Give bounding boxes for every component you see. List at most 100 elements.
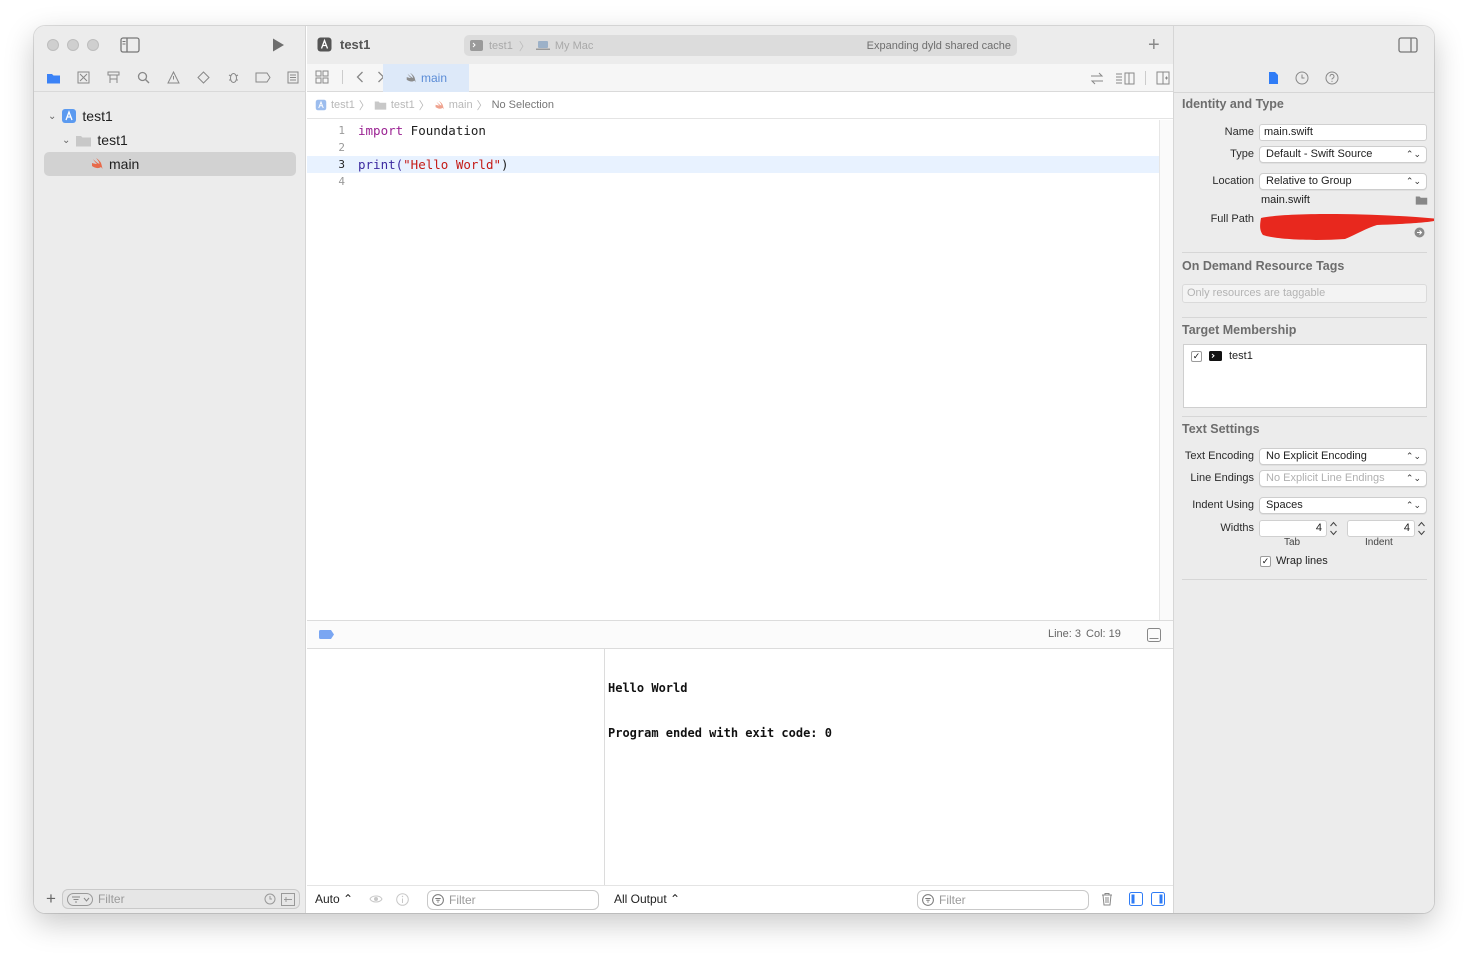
recent-files-icon[interactable]	[264, 893, 276, 905]
editor-area: test1 test1 〉 My Mac Expanding dyld shar…	[307, 26, 1173, 913]
sidebar-toggle-icon[interactable]	[120, 37, 140, 53]
add-editor-icon[interactable]	[1156, 71, 1170, 85]
swap-icon[interactable]	[1089, 72, 1105, 85]
tree-item-file[interactable]: main	[44, 152, 296, 176]
encoding-value: No Explicit Encoding	[1266, 450, 1367, 462]
eye-icon[interactable]	[369, 893, 383, 905]
indent-width-field[interactable]: 4	[1347, 520, 1415, 537]
line-number: 2	[338, 141, 345, 154]
tree-item-label: test1	[82, 108, 113, 124]
report-navigator-icon[interactable]	[284, 69, 302, 87]
test-navigator-icon[interactable]	[194, 69, 212, 87]
project-tree: ⌄ test1 ⌄ test1 main	[44, 104, 296, 176]
encoding-popup[interactable]: No Explicit Encoding ⌃⌄	[1259, 448, 1427, 465]
scheme-title: test1	[317, 37, 370, 52]
reveal-folder-icon[interactable]	[1415, 195, 1428, 205]
symbol-navigator-icon[interactable]	[104, 69, 122, 87]
navigator-filter-field[interactable]: Filter	[61, 889, 300, 909]
odr-tags-field[interactable]: Only resources are taggable	[1182, 284, 1427, 303]
show-variables-icon[interactable]	[1129, 892, 1143, 906]
project-navigator-icon[interactable]	[44, 69, 62, 87]
redaction-mark	[1257, 210, 1434, 242]
breadcrumb-project[interactable]: test1	[331, 99, 355, 111]
tab-width-field[interactable]: 4	[1259, 520, 1327, 537]
reveal-arrow-icon[interactable]	[1414, 227, 1425, 238]
find-navigator-icon[interactable]	[134, 69, 152, 87]
editor-scrollbar[interactable]	[1159, 120, 1173, 620]
chevron-down-icon[interactable]: ⌄	[62, 135, 70, 146]
chevron-right-icon: 〉	[418, 100, 430, 112]
variables-scope-popup[interactable]: Auto ⌃	[315, 892, 353, 906]
wrap-lines-checkbox[interactable]: ✓	[1260, 555, 1271, 567]
code-text: )	[501, 157, 509, 172]
target-row[interactable]: ✓ test1	[1191, 350, 1253, 362]
info-icon[interactable]	[396, 893, 409, 906]
related-items-icon[interactable]	[315, 70, 329, 84]
code-editor[interactable]: 1 import Foundation 2 3 print("Hello Wor…	[307, 120, 1159, 620]
trash-icon[interactable]	[1101, 892, 1113, 906]
indent-using-popup[interactable]: Spaces ⌃⌄	[1259, 497, 1427, 514]
output-scope-label: All Output ⌃	[614, 892, 681, 906]
breadcrumb-group[interactable]: test1	[391, 99, 415, 111]
console-output[interactable]: Hello World Program ended with exit code…	[608, 651, 832, 771]
breadcrumb-selection[interactable]: No Selection	[492, 99, 554, 111]
editor-options-icon[interactable]	[1115, 72, 1135, 85]
indent-width-stepper[interactable]	[1417, 520, 1426, 537]
destination-selector[interactable]: My Mac	[555, 40, 594, 52]
name-field[interactable]: main.swift	[1259, 124, 1427, 141]
console-filter-field[interactable]: Filter	[917, 890, 1089, 910]
show-console-icon[interactable]	[1151, 892, 1165, 906]
tab-bar: main	[307, 64, 1173, 92]
line-endings-popup[interactable]: No Explicit Line Endings ⌃⌄	[1259, 470, 1427, 487]
help-inspector-icon[interactable]	[1325, 71, 1339, 85]
popup-chevron-icon: ⌃⌄	[1405, 176, 1421, 186]
issue-navigator-icon[interactable]	[164, 69, 182, 87]
target-checkbox[interactable]: ✓	[1191, 350, 1202, 362]
tab-main[interactable]: main	[383, 64, 469, 92]
tree-item-group[interactable]: ⌄ test1	[44, 128, 296, 152]
scm-filter-icon[interactable]	[280, 892, 295, 906]
chevron-down-icon[interactable]: ⌄	[48, 111, 56, 122]
xcode-project-icon	[315, 99, 327, 111]
location-popup[interactable]: Relative to Group ⌃⌄	[1259, 173, 1427, 190]
file-inspector-icon[interactable]	[1268, 71, 1279, 85]
breadcrumb-file[interactable]: main	[449, 99, 473, 111]
activity-status-text: Expanding dyld shared cache	[866, 39, 1011, 52]
scheme-selector[interactable]: test1	[489, 40, 513, 52]
debug-navigator-icon[interactable]	[224, 69, 242, 87]
back-icon[interactable]	[356, 71, 364, 83]
variables-filter-field[interactable]: Filter	[427, 890, 599, 910]
type-popup[interactable]: Default - Swift Source ⌃⌄	[1259, 146, 1427, 163]
line-number: 4	[338, 175, 345, 188]
tab-width-stepper[interactable]	[1329, 520, 1338, 537]
library-add-icon[interactable]: +	[1148, 35, 1160, 55]
inspector-panel: Identity and Type Name main.swift Type D…	[1173, 26, 1434, 913]
zoom-window-button[interactable]	[87, 39, 99, 51]
identity-section-title: Identity and Type	[1182, 97, 1284, 111]
filter-options-icon[interactable]	[66, 892, 93, 906]
hide-debug-area-icon[interactable]	[1147, 628, 1161, 642]
minimize-window-button[interactable]	[67, 39, 79, 51]
output-scope-popup[interactable]: All Output ⌃	[614, 892, 680, 906]
type-value: Default - Swift Source	[1266, 148, 1373, 160]
close-window-button[interactable]	[47, 39, 59, 51]
history-inspector-icon[interactable]	[1295, 71, 1309, 85]
run-button[interactable]	[270, 37, 286, 53]
popup-chevron-icon: ⌃⌄	[1405, 500, 1421, 510]
mac-icon	[535, 41, 550, 50]
debug-breakpoints-icon[interactable]	[319, 630, 334, 639]
line-number: 3	[338, 158, 345, 171]
inspector-tabs	[1268, 71, 1339, 85]
breakpoint-navigator-icon[interactable]	[254, 69, 272, 87]
tab-label: main	[420, 71, 447, 85]
source-control-icon[interactable]	[74, 69, 92, 87]
inspector-toggle-icon[interactable]	[1398, 37, 1418, 53]
filter-placeholder: Filter	[939, 893, 966, 907]
target-membership-list: ✓ test1	[1183, 344, 1427, 408]
popup-chevron-icon: ⌃⌄	[1405, 473, 1421, 483]
variables-scope-label: Auto ⌃	[315, 892, 354, 906]
wrap-lines-option[interactable]: ✓ Wrap lines	[1260, 555, 1328, 567]
add-icon[interactable]: +	[46, 890, 56, 907]
tree-item-project[interactable]: ⌄ test1	[44, 104, 296, 128]
folder-icon	[374, 101, 387, 110]
